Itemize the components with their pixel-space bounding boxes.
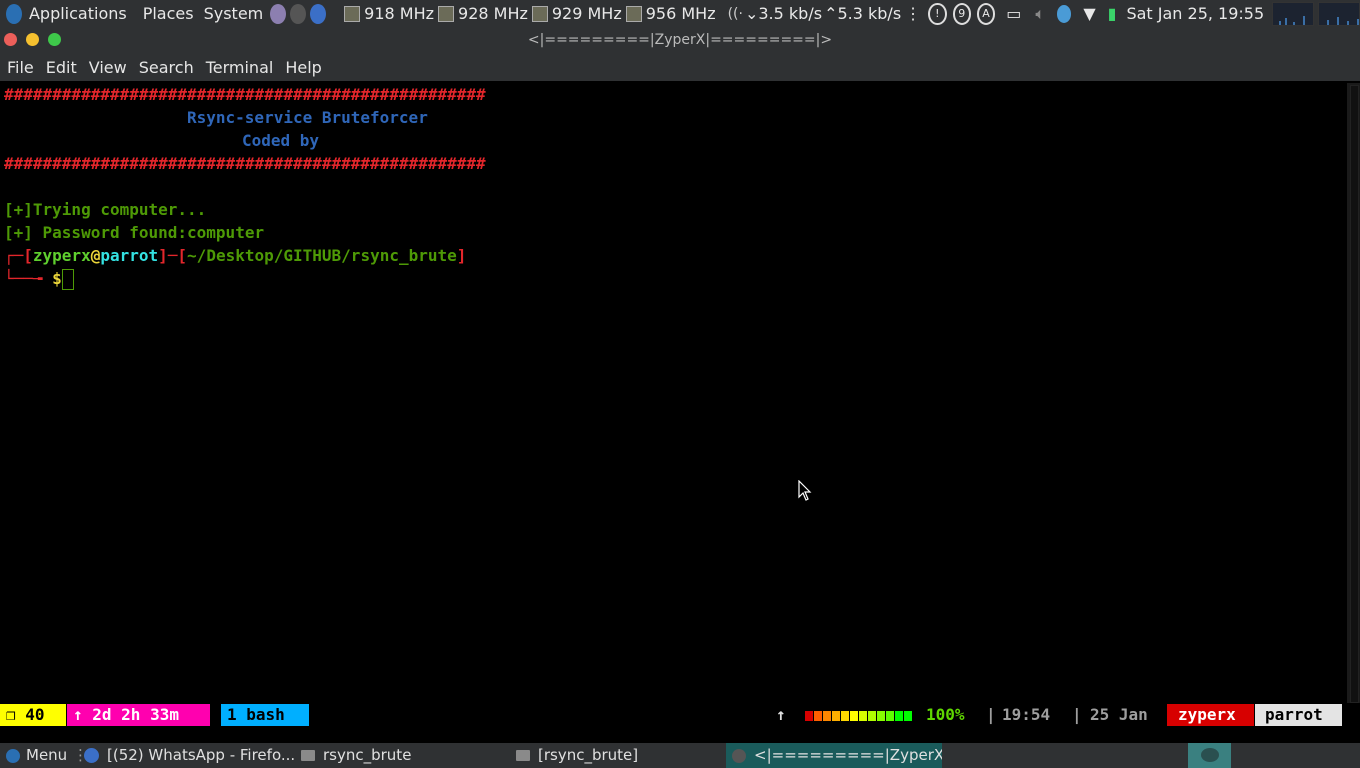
cpu-freq-label: 956 MHz <box>645 4 716 23</box>
top-panel: Applications Places System 918 MHz 928 M… <box>0 0 1360 27</box>
menu-button-label: Menu <box>26 746 68 764</box>
task-folder-1[interactable]: rsync_brute <box>301 743 411 768</box>
updates-icon[interactable]: ! <box>928 2 947 25</box>
notes-icon[interactable] <box>1056 4 1072 23</box>
terminal-task-icon <box>732 748 746 763</box>
window-title: <|=========|ZyperX|=========|> <box>527 32 833 48</box>
bottom-taskbar: Menu ⋮ [(52) WhatsApp - Firefo... rsync_… <box>0 743 1360 768</box>
folder-icon <box>301 750 315 761</box>
download-arrow-icon: ⌄ <box>744 4 759 23</box>
firefox-icon <box>84 748 99 763</box>
banner-hash-top: ########################################… <box>4 85 486 104</box>
network-icon[interactable]: ((· <box>728 6 743 22</box>
upload-arrow-icon: ⌃ <box>824 4 838 23</box>
prompt-host: parrot <box>100 246 159 265</box>
tmux-date: 25 Jan <box>1090 705 1148 724</box>
mouse-pointer-icon <box>798 480 812 501</box>
keyboard-layout-icon[interactable]: A <box>976 2 996 25</box>
tmux-status-bar: ❐ 40 ↑ 2d 2h 33m 1 bash ↑ 100% | 19:54 |… <box>0 703 1360 727</box>
net-down: 3.5 kb/s <box>758 4 823 23</box>
parrot-logo-icon[interactable] <box>6 3 22 24</box>
firefox-launcher-icon[interactable] <box>310 3 327 24</box>
badge-9-icon[interactable]: 9 <box>952 2 971 25</box>
task-folder-1-label: rsync_brute <box>323 746 412 764</box>
tmux-battery-percent: 100% <box>926 705 965 724</box>
tmux-host: parrot <box>1255 704 1342 726</box>
cpu-freq-2: 929 MHz <box>531 4 622 23</box>
file-manager-icon[interactable] <box>270 3 287 24</box>
menu-terminal[interactable]: Terminal <box>200 58 280 77</box>
prompt-separator-icon: ]─[ <box>158 246 188 265</box>
volume-icon[interactable]: 🔈︎ <box>1035 4 1045 24</box>
cpu-icon <box>625 5 642 22</box>
menu-help[interactable]: Help <box>279 58 327 77</box>
prompt-line: ┌─[zyperx@parrot]─[~/Desktop/GITHUB/rsyn… <box>4 244 466 267</box>
battery-icon[interactable]: ▮ <box>1108 4 1117 23</box>
battery-bar <box>805 711 913 721</box>
wifi-icon[interactable]: ▼ <box>1083 4 1095 23</box>
tmux-time: 19:54 <box>1002 705 1051 724</box>
places-menu[interactable]: Places <box>138 4 199 23</box>
terminal-area[interactable]: ########################################… <box>0 83 1345 703</box>
menu-edit[interactable]: Edit <box>40 58 83 77</box>
task-folder-2-label: [rsync_brute] <box>538 746 639 764</box>
cpu-freq-1: 928 MHz <box>438 4 528 23</box>
menu-button[interactable]: Menu <box>6 743 67 768</box>
separator-icon: ⋮ <box>905 4 922 23</box>
applications-menu[interactable]: Applications <box>24 4 132 23</box>
prompt-corner-icon: ┌─[ <box>4 246 33 265</box>
memory-graph <box>1318 1 1360 26</box>
cpu-freq-label: 928 MHz <box>458 4 528 23</box>
tmux-arrow-icon: ↑ <box>776 705 786 724</box>
display-icon[interactable]: ▭ <box>1006 4 1021 23</box>
prompt-symbol: $ <box>52 269 62 288</box>
tmux-uptime: ↑ 2d 2h 33m <box>67 704 210 726</box>
cpu-icon <box>344 5 361 22</box>
text-cursor[interactable] <box>61 269 74 290</box>
tmux-window-1[interactable]: 1 bash <box>221 704 309 726</box>
terminal-scrollbar[interactable] <box>1347 83 1360 703</box>
task-firefox[interactable]: [(52) WhatsApp - Firefo... <box>84 743 294 768</box>
prompt-user: zyperx <box>32 246 91 265</box>
tmux-sep-1: | <box>986 705 996 724</box>
menu-view[interactable]: View <box>83 58 133 77</box>
banner-hash-bottom: ########################################… <box>4 154 486 173</box>
scrollbar-thumb[interactable] <box>1350 85 1359 703</box>
task-terminal-label: <|=========|ZyperX|=... <box>754 746 942 764</box>
system-menu[interactable]: System <box>199 4 269 23</box>
cpu-freq-label: 929 MHz <box>551 4 622 23</box>
workspace-switcher[interactable] <box>1188 743 1231 768</box>
menu-search[interactable]: Search <box>133 58 200 77</box>
tmux-session-count: ❐ 40 <box>0 704 66 726</box>
banner-coded-by: Coded by <box>242 131 320 150</box>
workspace-icon <box>1200 748 1219 762</box>
tmux-sep-2: | <box>1072 705 1082 724</box>
cpu-icon <box>531 5 548 22</box>
banner-title: Rsync-service Bruteforcer <box>187 108 428 127</box>
tmux-user: zyperx <box>1167 704 1254 726</box>
menu-file[interactable]: File <box>0 58 40 77</box>
window-titlebar: <|=========|ZyperX|=========|> <box>0 27 1360 53</box>
prompt-arrow-icon: └──╼ <box>4 269 53 288</box>
terminal-menubar: File Edit View Search Terminal Help <box>0 53 1360 81</box>
terminal-launcher-icon[interactable] <box>290 3 307 24</box>
task-folder-2[interactable]: [rsync_brute] <box>516 743 638 768</box>
output-password-found: [+] Password found:computer <box>4 223 265 242</box>
prompt-input-line: └──╼ $ <box>4 267 74 290</box>
cpu-icon <box>438 5 455 22</box>
cpu-freq-label: 918 MHz <box>364 4 435 23</box>
cpu-freq-0: 918 MHz <box>344 4 434 23</box>
prompt-at: @ <box>90 246 101 265</box>
task-terminal-active[interactable]: <|=========|ZyperX|=... <box>726 743 942 768</box>
net-up: 5.3 kb/s <box>837 4 902 23</box>
folder-icon <box>516 750 530 761</box>
prompt-path: ~/Desktop/GITHUB/rsync_brute <box>187 246 457 265</box>
task-firefox-label: [(52) WhatsApp - Firefo... <box>107 746 294 764</box>
parrot-menu-icon <box>6 748 20 763</box>
output-trying: [+]Trying computer... <box>4 200 207 219</box>
prompt-bracket-icon: ] <box>456 246 467 265</box>
cpu-graph <box>1272 1 1315 26</box>
clock[interactable]: Sat Jan 25, 19:55 <box>1126 4 1264 23</box>
cpu-freq-3: 956 MHz <box>625 4 716 23</box>
